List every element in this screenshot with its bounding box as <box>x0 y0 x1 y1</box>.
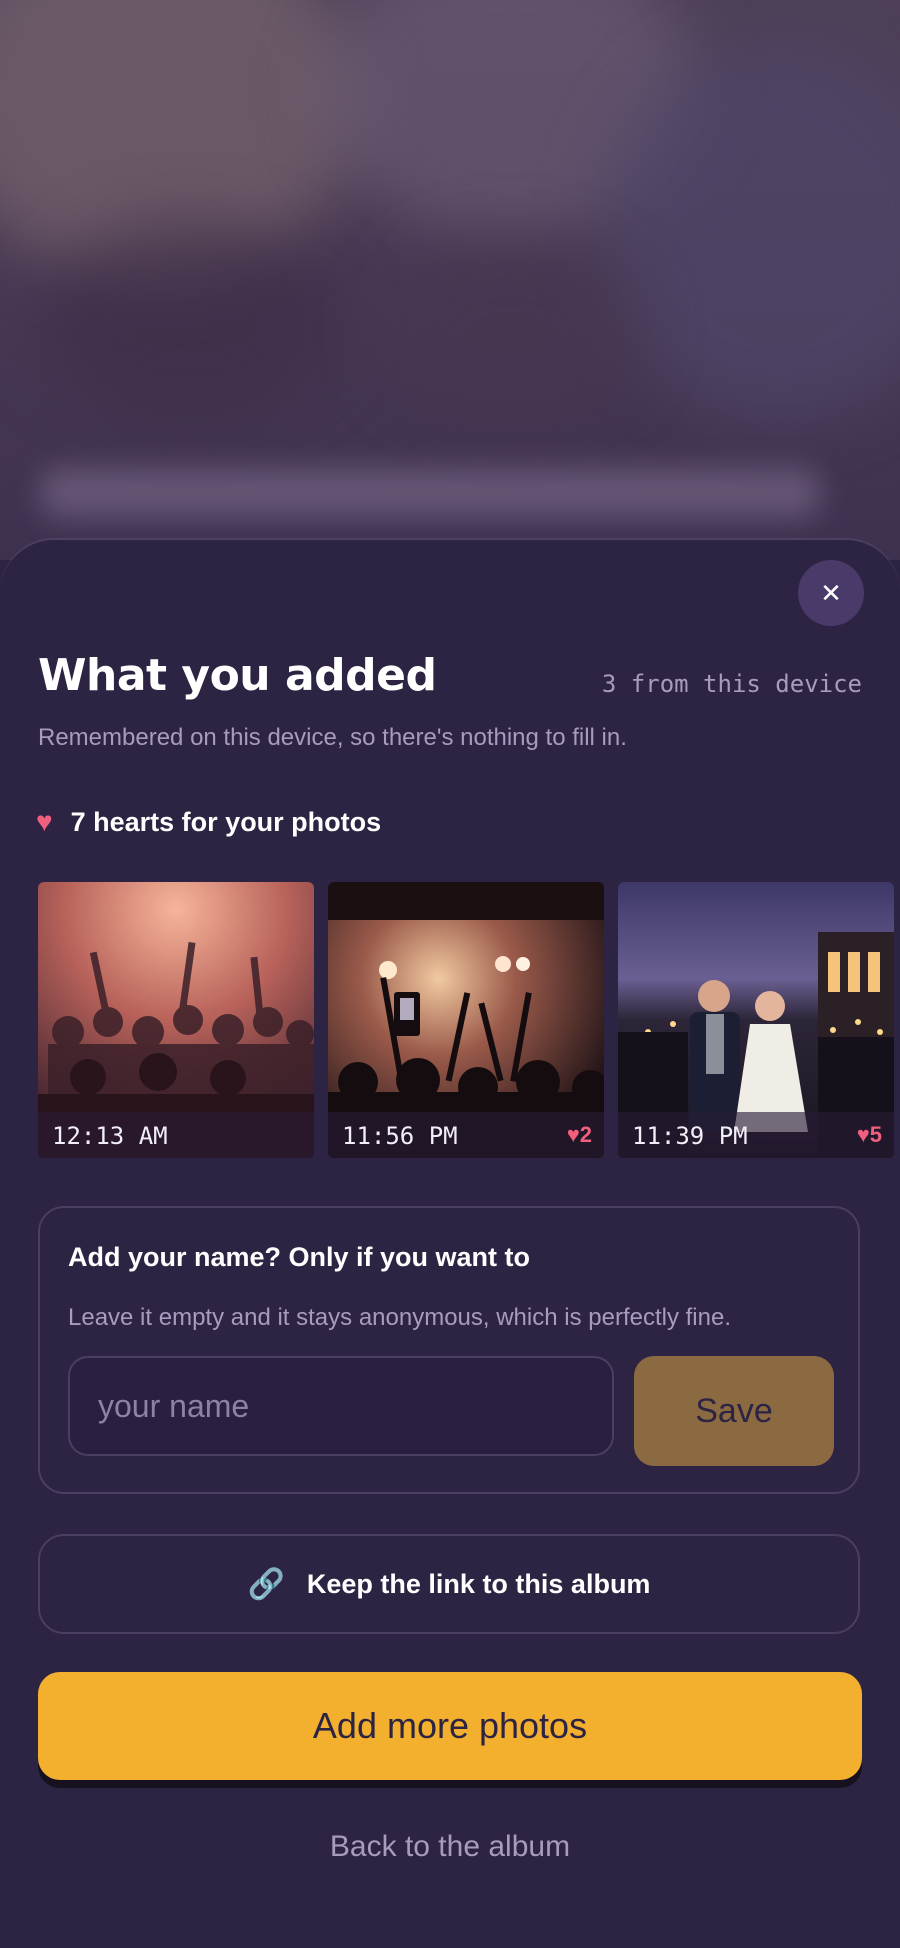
photo-thumbnail[interactable]: 11:39 PM ♥5 <box>618 882 894 1158</box>
heart-icon: ♥ <box>36 806 53 837</box>
close-button[interactable]: ✕ <box>798 560 864 626</box>
save-button[interactable]: Save <box>634 1356 834 1466</box>
name-input[interactable] <box>68 1356 614 1456</box>
hearts-summary: ♥ 7 hearts for your photos <box>36 806 381 838</box>
sheet-subtitle: Remembered on this device, so there's no… <box>38 724 627 751</box>
uploaded-photos-strip[interactable]: 12:13 AM 11:56 PM ♥2 11:39 PM ♥5 <box>38 882 900 1158</box>
photo-likes: ♥5 <box>856 1122 882 1147</box>
name-form-description: Leave it empty and it stays anonymous, w… <box>68 1304 731 1331</box>
keep-link-label: Keep the link to this album <box>306 1568 651 1599</box>
name-form-heading: Add your name? Only if you want to <box>68 1242 531 1272</box>
back-to-album-link[interactable]: Back to the album <box>0 1830 900 1864</box>
photo-time: 11:39 PM <box>632 1122 748 1150</box>
blurred-album-background <box>0 0 900 560</box>
close-icon: ✕ <box>820 578 842 608</box>
photo-thumbnail[interactable]: 12:13 AM <box>38 882 314 1158</box>
add-more-photos-button[interactable]: Add more photos <box>38 1672 862 1780</box>
photo-likes: ♥2 <box>566 1122 592 1147</box>
link-icon: 🔗 <box>247 1567 285 1601</box>
name-form-card: Add your name? Only if you want to Leave… <box>38 1206 860 1494</box>
sheet-title: What you added <box>38 650 437 701</box>
photo-time: 12:13 AM <box>52 1122 168 1150</box>
keep-link-button[interactable]: 🔗 Keep the link to this album <box>38 1534 860 1634</box>
device-upload-count: 3 from this device <box>601 670 862 698</box>
photo-time: 11:56 PM <box>342 1122 458 1150</box>
hearts-summary-label: 7 hearts for your photos <box>70 806 382 837</box>
photo-thumbnail[interactable]: 11:56 PM ♥2 <box>328 882 604 1158</box>
